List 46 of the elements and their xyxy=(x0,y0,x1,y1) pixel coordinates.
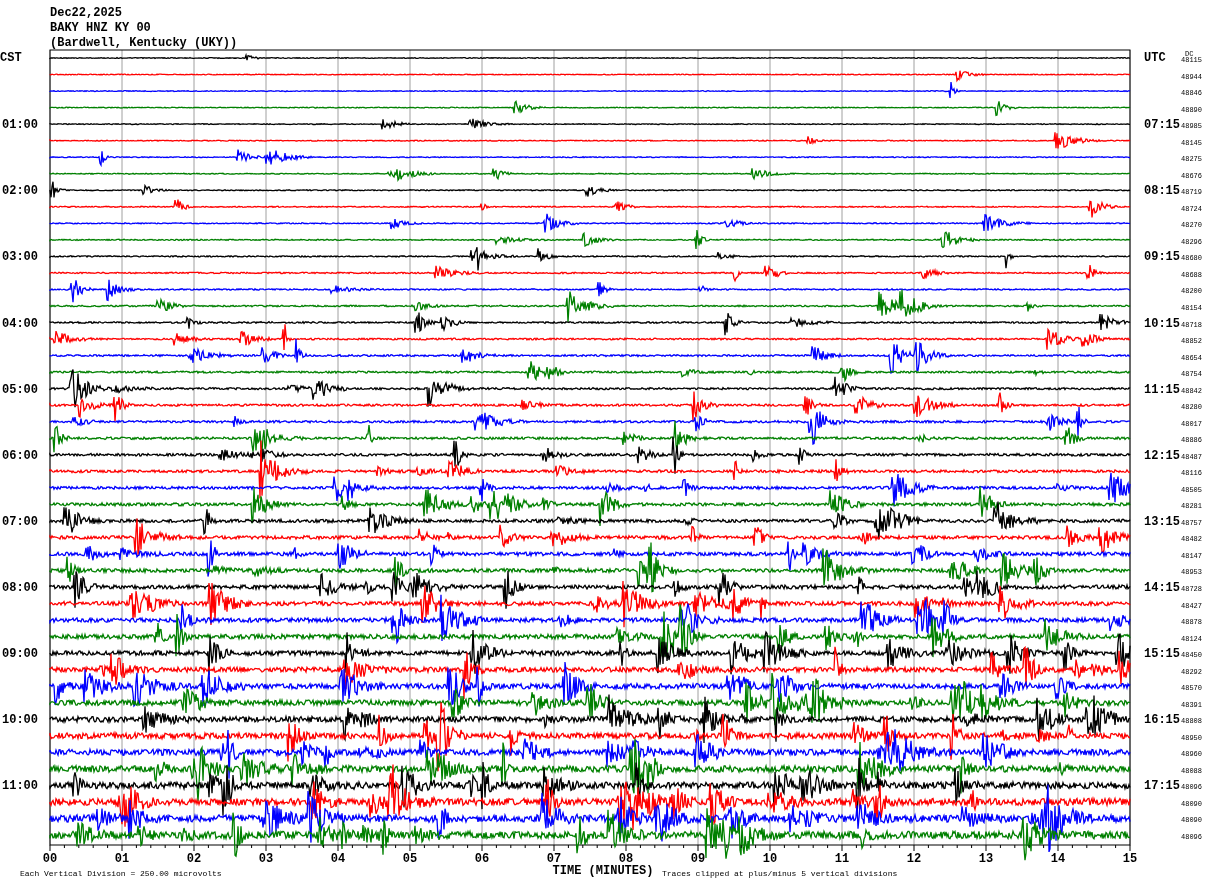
x-tick-label: 14 xyxy=(1050,852,1066,866)
time-label: 09:15 xyxy=(1144,250,1180,265)
clip-note: Traces clipped at plus/minus 5 vertical divisions xyxy=(662,869,898,878)
time-label: 11:15 xyxy=(1144,382,1180,397)
time-label: 14:15 xyxy=(1144,581,1180,595)
time-label: 03:00 xyxy=(2,250,38,265)
time-label: 02:00 xyxy=(2,184,38,199)
x-tick-label: 08 xyxy=(618,852,634,866)
x-tick-label: 05 xyxy=(402,852,418,866)
station-text: BAKY HNZ KY 00 xyxy=(50,21,151,35)
time-label: 10:00 xyxy=(2,713,38,728)
axis-title: CST xyxy=(0,51,22,65)
time-label: 08:15 xyxy=(1144,184,1180,199)
time-label: 11:00 xyxy=(2,779,38,794)
date-text: Dec22,2025 xyxy=(50,6,122,20)
x-tick-label: 09 xyxy=(690,852,706,866)
x-tick-label: 12 xyxy=(906,852,922,866)
scale-note: Each Vertical Division = 250.00 microvolts xyxy=(20,869,222,878)
time-label: 13:15 xyxy=(1144,514,1180,529)
time-label: 08:00 xyxy=(2,581,38,595)
x-tick-label: 02 xyxy=(186,852,202,866)
axis-title: UTC xyxy=(1144,51,1166,65)
time-label: 05:00 xyxy=(2,382,38,397)
x-tick-label: 01 xyxy=(114,852,130,866)
time-label: 04:00 xyxy=(2,316,38,331)
time-label: 12:15 xyxy=(1144,448,1180,463)
x-tick-label: 00 xyxy=(42,852,58,866)
location-text: (Bardwell, Kentucky (UKY)) xyxy=(50,36,238,50)
x-tick-label: 07 xyxy=(546,852,562,866)
time-label: 15:15 xyxy=(1144,647,1180,662)
x-tick-label: 13 xyxy=(978,852,994,866)
x-tick-label: 04 xyxy=(330,852,346,866)
x-tick-label: 03 xyxy=(258,852,274,866)
x-tick-label: 06 xyxy=(474,852,490,866)
time-label: 01:00 xyxy=(2,118,38,133)
x-tick-label: 15 xyxy=(1122,852,1138,866)
time-label: 10:15 xyxy=(1144,316,1180,331)
axis-title: TIME (MINUTES) xyxy=(552,864,654,878)
time-label: 16:15 xyxy=(1144,713,1180,728)
time-label: 07:00 xyxy=(2,514,38,529)
time-label: 07:15 xyxy=(1144,118,1180,133)
time-label: 09:00 xyxy=(2,647,38,662)
time-label: 06:00 xyxy=(2,448,38,463)
time-label: 17:15 xyxy=(1144,779,1180,794)
x-tick-label: 11 xyxy=(834,852,850,866)
x-tick-label: 10 xyxy=(762,852,778,866)
